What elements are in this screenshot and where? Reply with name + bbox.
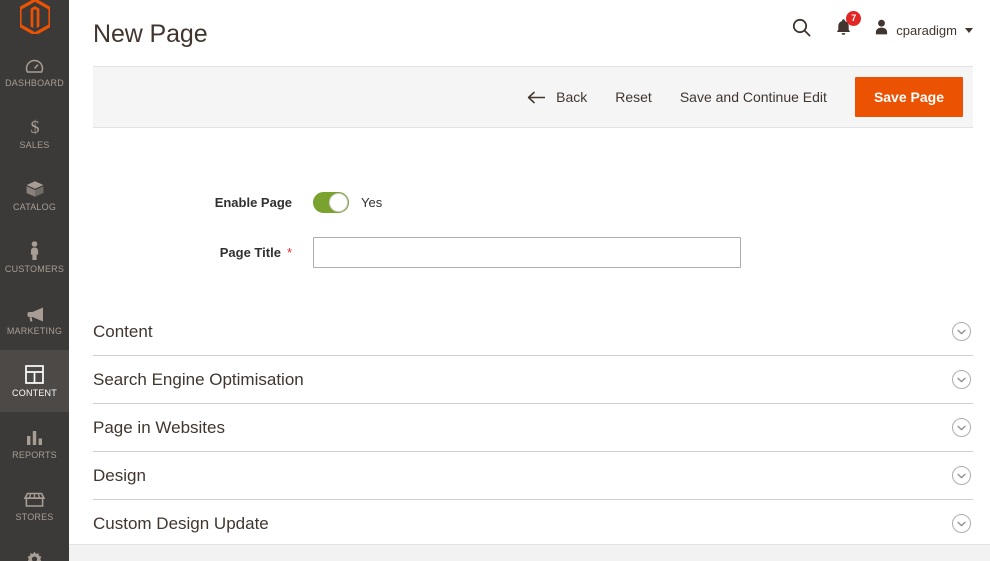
user-avatar-icon (874, 19, 889, 41)
layout-panels-icon (25, 364, 44, 384)
sidebar-item-label: REPORTS (12, 450, 57, 460)
search-icon (792, 18, 811, 42)
field-enable-page: Enable Page Yes (93, 192, 973, 213)
main-content: New Page 7 cparadigm Back Reset Save and… (69, 0, 990, 561)
sidebar-item-dashboard[interactable]: DASHBOARD (0, 40, 69, 102)
chevron-down-circle-icon (952, 418, 971, 437)
section-title: Content (93, 321, 153, 341)
sidebar-item-marketing[interactable]: MARKETING (0, 288, 69, 350)
page-title: New Page (93, 20, 208, 48)
section-title: Design (93, 465, 146, 485)
section-title: Search Engine Optimisation (93, 369, 304, 389)
sidebar-item-label: STORES (15, 512, 54, 522)
save-and-continue-edit-label: Save and Continue Edit (679, 89, 827, 105)
magento-logo[interactable] (0, 0, 69, 34)
back-button[interactable]: Back (513, 83, 601, 111)
section-content[interactable]: Content (93, 308, 973, 356)
box-icon (25, 178, 45, 198)
magento-logo-icon (19, 0, 50, 34)
sidebar-item-customers[interactable]: CUSTOMERS (0, 226, 69, 288)
page-title-input[interactable] (313, 237, 741, 268)
user-menu[interactable]: cparadigm (874, 19, 973, 41)
reset-button-label: Reset (615, 89, 652, 105)
field-page-title: Page Title * (93, 237, 973, 268)
save-and-continue-edit-button[interactable]: Save and Continue Edit (666, 83, 841, 111)
caret-down-icon (965, 27, 973, 33)
sidebar-item-reports[interactable]: REPORTS (0, 412, 69, 474)
save-page-button[interactable]: Save Page (854, 77, 963, 117)
enable-page-toggle-state: Yes (361, 195, 383, 210)
header-tools: 7 cparadigm (792, 11, 973, 42)
section-title: Page in Websites (93, 417, 225, 437)
enable-page-label: Enable Page (93, 195, 313, 210)
sidebar-item-label: DASHBOARD (5, 78, 64, 88)
user-name-label: cparadigm (896, 22, 957, 38)
enable-page-control: Yes (313, 192, 382, 213)
page-form: Enable Page Yes Page Title * (69, 192, 990, 268)
section-title: Custom Design Update (93, 513, 269, 533)
chevron-down-circle-icon (952, 322, 971, 341)
person-icon (28, 240, 41, 260)
sidebar-item-label: SALES (19, 140, 50, 150)
sidebar-item-system[interactable]: SYSTEM (0, 536, 69, 561)
sidebar-item-label: CONTENT (12, 388, 57, 398)
required-marker: * (286, 245, 292, 260)
search-button[interactable] (792, 18, 811, 42)
page-footer-strip (69, 544, 990, 561)
section-page-in-websites[interactable]: Page in Websites (93, 404, 973, 452)
page-title-label: Page Title * (93, 245, 313, 260)
sidebar-item-content[interactable]: CONTENT (0, 350, 69, 412)
dashboard-gauge-icon (25, 54, 44, 74)
section-search-engine-optimisation[interactable]: Search Engine Optimisation (93, 356, 973, 404)
sidebar-item-label: MARKETING (6, 326, 63, 336)
arrow-left-icon (527, 91, 546, 104)
page-title-label-text: Page Title (219, 245, 281, 260)
notifications-button[interactable]: 7 (835, 11, 862, 42)
admin-page: DASHBOARD $ SALES CATALOG CUSTOMERS MARK… (0, 0, 990, 561)
section-custom-design-update[interactable]: Custom Design Update (93, 500, 973, 548)
enable-page-toggle[interactable] (313, 192, 349, 213)
notifications-badge: 7 (846, 11, 862, 26)
dollar-sign-icon: $ (28, 116, 42, 136)
sidebar-item-catalog[interactable]: CATALOG (0, 164, 69, 226)
enable-page-label-text: Enable Page (214, 195, 292, 210)
sidebar-item-label: CUSTOMERS (4, 264, 65, 274)
page-actions-toolbar: Back Reset Save and Continue Edit Save P… (93, 66, 973, 128)
section-design[interactable]: Design (93, 452, 973, 500)
chevron-down-circle-icon (952, 370, 971, 389)
gear-icon (25, 550, 44, 561)
page-header: New Page 7 cparadigm (69, 0, 990, 66)
back-button-label: Back (556, 89, 588, 105)
reset-button[interactable]: Reset (601, 83, 666, 111)
sidebar-item-sales[interactable]: $ SALES (0, 102, 69, 164)
collapsible-sections: Content Search Engine Optimisation Page … (93, 308, 973, 548)
bar-chart-icon (25, 426, 44, 446)
storefront-icon (24, 488, 45, 508)
megaphone-icon (25, 302, 45, 322)
svg-text:$: $ (30, 117, 39, 136)
main-sidebar: DASHBOARD $ SALES CATALOG CUSTOMERS MARK… (0, 0, 69, 561)
sidebar-item-label: CATALOG (12, 202, 57, 212)
chevron-down-circle-icon (952, 466, 971, 485)
chevron-down-circle-icon (952, 514, 971, 533)
toggle-knob (329, 193, 348, 212)
sidebar-item-stores[interactable]: STORES (0, 474, 69, 536)
